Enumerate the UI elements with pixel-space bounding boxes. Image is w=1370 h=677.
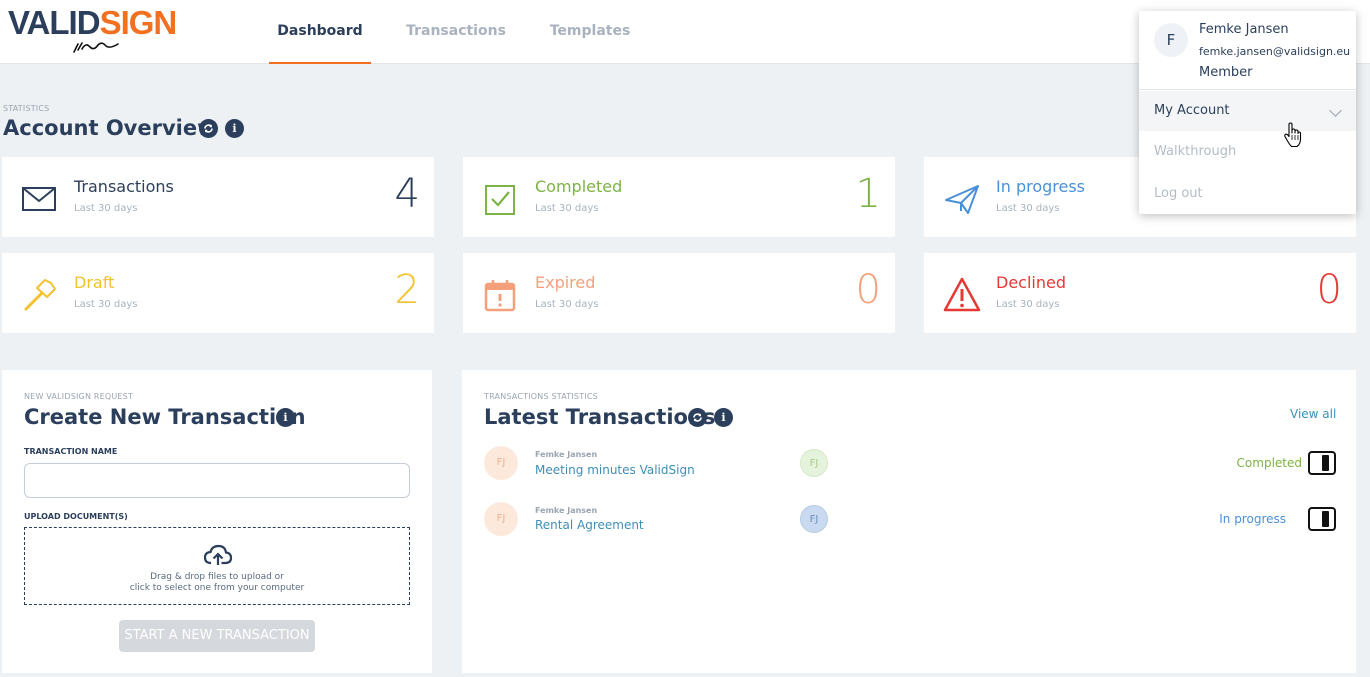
latest-eyebrow: TRANSACTIONS STATISTICS bbox=[484, 392, 598, 401]
stat-label: Transactions bbox=[74, 177, 174, 196]
menu-item-log-out[interactable]: Log out bbox=[1139, 174, 1356, 214]
refresh-icon[interactable] bbox=[688, 408, 707, 427]
menu-item-my-account[interactable]: My Account bbox=[1139, 91, 1356, 131]
tab-templates[interactable]: Templates bbox=[545, 0, 635, 64]
start-new-transaction-button[interactable]: START A NEW TRANSACTION bbox=[119, 620, 315, 652]
overview-eyebrow: STATISTICS bbox=[3, 104, 50, 113]
owner-avatar: FJ bbox=[484, 502, 518, 536]
menu-divider bbox=[1139, 89, 1356, 90]
validsign-logo[interactable]: VALIDSIGN bbox=[8, 6, 183, 56]
user-role: Member bbox=[1199, 65, 1253, 80]
stat-sub: Last 30 days bbox=[535, 299, 599, 310]
stat-label: Draft bbox=[74, 273, 115, 292]
envelope-icon bbox=[22, 187, 56, 211]
transaction-name-label: TRANSACTION NAME bbox=[24, 447, 118, 456]
signer-avatar: FJ bbox=[800, 505, 828, 533]
stat-card-expired[interactable]: Expired Last 30 days 0 bbox=[463, 253, 895, 333]
stat-card-transactions[interactable]: Transactions Last 30 days 4 bbox=[2, 157, 434, 237]
stat-label: Declined bbox=[996, 273, 1066, 292]
info-icon[interactable]: i bbox=[225, 119, 244, 138]
stat-label: Completed bbox=[535, 177, 623, 196]
transaction-status: Completed bbox=[1236, 456, 1302, 470]
tab-transactions[interactable]: Transactions bbox=[405, 0, 507, 64]
chevron-down-icon bbox=[1329, 104, 1342, 117]
paper-plane-icon bbox=[945, 185, 979, 214]
stat-label: Expired bbox=[535, 273, 596, 292]
stat-card-completed[interactable]: Completed Last 30 days 1 bbox=[463, 157, 895, 237]
stat-value: 4 bbox=[394, 171, 420, 217]
hammer-icon bbox=[24, 279, 56, 311]
stat-value: 0 bbox=[855, 267, 881, 313]
user-name: Femke Jansen bbox=[1199, 22, 1289, 37]
stat-sub: Last 30 days bbox=[996, 203, 1060, 214]
dropzone-line1: Drag & drop files to upload or bbox=[150, 572, 284, 582]
overview-title: Account Overview bbox=[3, 116, 217, 140]
signer-avatar: FJ bbox=[800, 449, 828, 477]
user-dropdown-menu: F Femke Jansen femke.jansen@validsign.eu… bbox=[1139, 11, 1356, 214]
stat-sub: Last 30 days bbox=[74, 299, 138, 310]
stat-value: 1 bbox=[855, 171, 881, 217]
transaction-status: In progress bbox=[1219, 512, 1286, 526]
user-avatar: F bbox=[1154, 23, 1188, 57]
stat-sub: Last 30 days bbox=[996, 299, 1060, 310]
info-icon[interactable]: i bbox=[714, 408, 733, 427]
dropzone-line2: click to select one from your computer bbox=[129, 583, 305, 593]
view-all-link[interactable]: View all bbox=[1290, 407, 1336, 421]
cloud-upload-icon bbox=[203, 544, 233, 565]
create-title: Create New Transaction bbox=[24, 405, 306, 429]
calendar-alert-icon bbox=[484, 280, 516, 312]
user-email: femke.jansen@validsign.eu bbox=[1199, 45, 1351, 58]
refresh-icon[interactable] bbox=[199, 119, 218, 138]
stat-label: In progress bbox=[996, 177, 1086, 196]
transaction-owner: Femke Jansen bbox=[535, 450, 598, 459]
upload-documents-label: UPLOAD DOCUMENT(S) bbox=[24, 512, 128, 521]
signature-scribble-icon bbox=[73, 42, 119, 53]
create-eyebrow: NEW VALIDSIGN REQUEST bbox=[24, 392, 134, 401]
stat-value: 2 bbox=[394, 267, 420, 313]
hand-pointer-icon bbox=[1284, 122, 1302, 148]
stat-value: 0 bbox=[1316, 267, 1342, 313]
latest-transactions-panel: TRANSACTIONS STATISTICS Latest Transacti… bbox=[462, 370, 1356, 673]
stat-sub: Last 30 days bbox=[535, 203, 599, 214]
logo-part-valid: VALID bbox=[8, 4, 101, 41]
transaction-owner: Femke Jansen bbox=[535, 506, 598, 515]
logo-part-sign: SIGN bbox=[99, 4, 178, 41]
menu-item-label: My Account bbox=[1154, 103, 1230, 118]
transaction-name-link[interactable]: Rental Agreement bbox=[535, 518, 644, 532]
create-transaction-panel: NEW VALIDSIGN REQUEST Create New Transac… bbox=[2, 370, 432, 673]
toggle-switch[interactable] bbox=[1308, 507, 1336, 531]
info-icon[interactable]: i bbox=[276, 408, 295, 427]
owner-avatar: FJ bbox=[484, 446, 518, 480]
upload-dropzone[interactable]: Drag & drop files to upload or click to … bbox=[24, 527, 410, 605]
checkbox-icon bbox=[485, 185, 515, 215]
latest-title: Latest Transactions bbox=[484, 405, 716, 429]
warning-icon bbox=[943, 277, 981, 312]
stat-card-draft[interactable]: Draft Last 30 days 2 bbox=[2, 253, 434, 333]
transaction-name-input[interactable] bbox=[24, 463, 410, 498]
transaction-name-link[interactable]: Meeting minutes ValidSign bbox=[535, 463, 695, 477]
tab-dashboard[interactable]: Dashboard bbox=[269, 0, 371, 64]
toggle-switch[interactable] bbox=[1308, 451, 1336, 475]
menu-item-walkthrough[interactable]: Walkthrough bbox=[1139, 132, 1356, 172]
stat-card-declined[interactable]: Declined Last 30 days 0 bbox=[924, 253, 1356, 333]
stat-sub: Last 30 days bbox=[74, 203, 138, 214]
